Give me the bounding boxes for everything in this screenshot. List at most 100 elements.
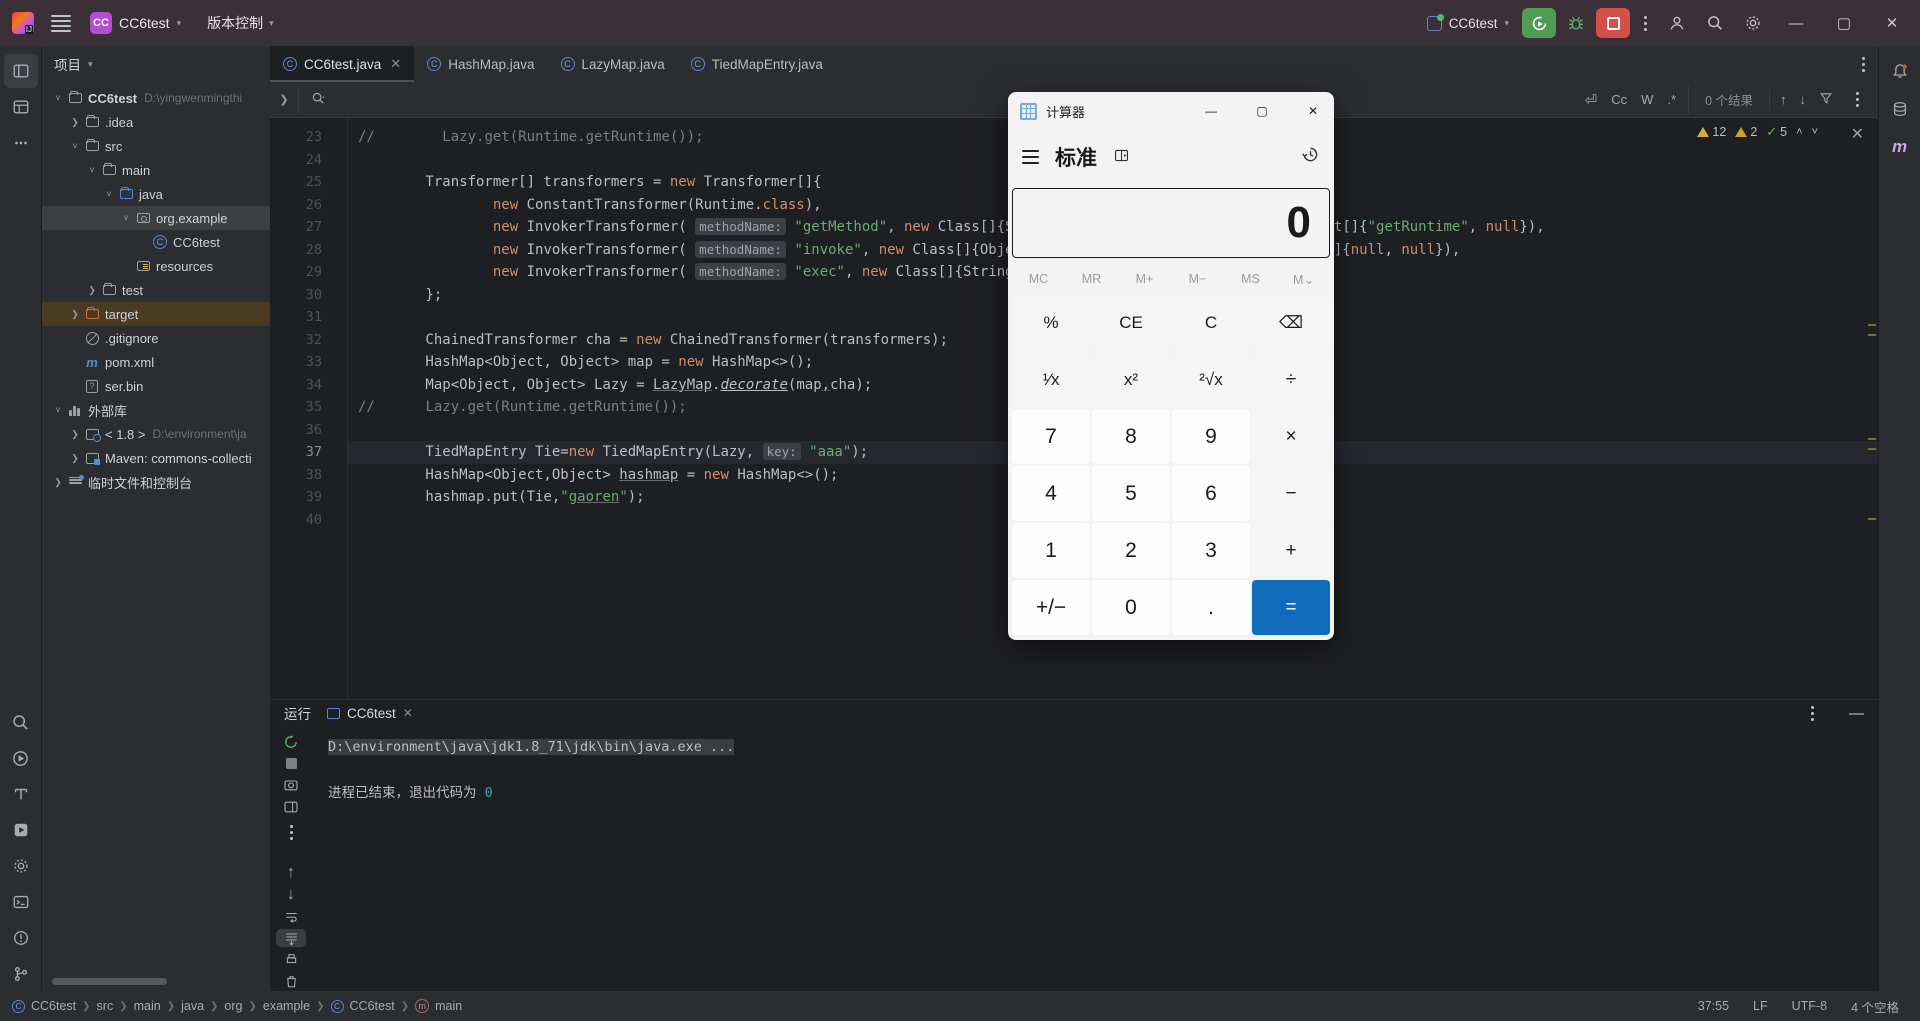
editor-tab-cc6test-java[interactable]: C CC6test.java ✕ [270, 46, 415, 82]
editor-tabs-options-icon[interactable] [1848, 46, 1878, 82]
run-tool-icon[interactable] [4, 741, 38, 775]
chevron-right-icon[interactable]: ❯ [50, 477, 66, 488]
scroll-to-end-icon[interactable] [276, 928, 306, 948]
layout-icon[interactable] [276, 797, 306, 816]
tree-row-target[interactable]: ❯ target [42, 302, 270, 326]
maven-icon[interactable]: m [1883, 130, 1917, 164]
digit-6-key[interactable]: 6 [1172, 466, 1250, 522]
build-tool-icon[interactable] [4, 849, 38, 883]
account-icon[interactable] [1660, 6, 1694, 40]
backspace-key[interactable]: ⌫ [1252, 296, 1330, 351]
editor-tab-lazymap-java[interactable]: C LazyMap.java [548, 46, 678, 82]
vcs-tool-icon[interactable] [4, 957, 38, 991]
chevron-right-icon[interactable]: ❯ [67, 309, 83, 320]
tree-row-.idea[interactable]: ❯ .idea [42, 110, 270, 134]
maximize-window-button[interactable]: ▢ [1822, 0, 1866, 46]
tree-row-ser.bin[interactable]: ? ser.bin [42, 374, 270, 398]
find-expand-icon[interactable]: ❯ [270, 93, 298, 106]
hamburger-icon[interactable] [44, 6, 78, 40]
screenshot-icon[interactable] [276, 776, 306, 795]
database-icon[interactable] [1883, 92, 1917, 126]
problems-tool-icon[interactable] [4, 921, 38, 955]
digit-9-key[interactable]: 9 [1172, 409, 1250, 465]
breadcrumb-item[interactable]: main [134, 999, 161, 1013]
tree-row-test[interactable]: ❯ test [42, 278, 270, 302]
calculator-display[interactable]: 0 [1012, 188, 1330, 258]
memory-ms-button[interactable]: MS [1224, 272, 1277, 286]
chevron-down-icon[interactable]: ˅ [101, 189, 117, 199]
calculator-close-button[interactable]: ✕ [1292, 92, 1334, 130]
keep-on-top-icon[interactable] [1113, 147, 1130, 168]
print-icon[interactable] [276, 950, 306, 969]
terminal-tool-icon[interactable] [4, 885, 38, 919]
breadcrumb-item[interactable]: example [263, 999, 310, 1013]
memory-m-button[interactable]: M− [1171, 272, 1224, 286]
clear-all-icon[interactable] [276, 972, 306, 991]
run-tab-cc6test[interactable]: CC6test ✕ [327, 706, 413, 721]
preserve-case-icon[interactable]: ⏎ [1585, 91, 1598, 109]
breadcrumb[interactable]: CC6test ❯ src ❯ main ❯ java ❯ org ❯ example ❯ C CC6te… [31, 999, 462, 1013]
debug-button[interactable] [1560, 8, 1592, 38]
notifications-icon[interactable] [1883, 54, 1917, 88]
chevron-down-icon[interactable]: ˅ [50, 405, 66, 415]
filter-icon[interactable] [1819, 91, 1833, 108]
close-window-button[interactable]: ✕ [1870, 0, 1914, 46]
digit-5-key[interactable]: 5 [1092, 466, 1170, 522]
tree-row--[interactable]: ˅ 外部库 [42, 398, 270, 422]
minimize-icon[interactable]: — [1849, 705, 1864, 722]
close-icon[interactable]: ✕ [1851, 124, 1864, 144]
digit-1-key[interactable]: 1 [1012, 523, 1090, 579]
intellij-logo-icon[interactable] [6, 6, 40, 40]
gear-icon[interactable] [1736, 6, 1770, 40]
inspection-widget[interactable]: 12 2 ✓ 5 ˄ ˅ [1697, 124, 1818, 140]
scroll-up-icon[interactable]: ↑ [276, 863, 306, 882]
calculator-window[interactable]: 计算器 — ▢ ✕ 标准 0 MC MR M+ M− MS M⌄ % CE C … [1008, 92, 1334, 640]
tree-row-cc6test[interactable]: C CC6test [42, 230, 270, 254]
tree-row-src[interactable]: ˅ src [42, 134, 270, 158]
digit-8-key[interactable]: 8 [1092, 409, 1170, 465]
digit-2-key[interactable]: 2 [1092, 523, 1170, 579]
project-tool-icon[interactable] [3, 54, 38, 88]
stop-button[interactable] [1596, 8, 1630, 38]
structure-tool-icon[interactable] [4, 777, 38, 811]
square-key[interactable]: x² [1092, 352, 1170, 408]
history-icon[interactable] [1301, 145, 1320, 169]
breadcrumb-item[interactable]: java [181, 999, 204, 1013]
fold-column[interactable] [332, 118, 348, 699]
project-selector[interactable]: CC CC6test ▾ [82, 8, 189, 38]
run-more-icon[interactable] [276, 819, 306, 845]
tree-row-maven-commons-collecti[interactable]: ❯ Maven: commons-collecti [42, 446, 270, 470]
breadcrumb-item[interactable]: org [224, 999, 242, 1013]
console-output[interactable]: D:\environment\java\jdk1.8_71\jdk\bin\ja… [312, 726, 1878, 991]
tree-row--1.8-[interactable]: ❯ < 1.8 > D:\environment\ja [42, 422, 270, 446]
editor-tab-hashmap-java[interactable]: C HashMap.java [414, 46, 547, 82]
indent-setting[interactable]: 4 个空格 [1842, 997, 1908, 1016]
chevron-right-icon[interactable]: ❯ [67, 117, 83, 128]
square-root-key[interactable]: ²√x [1172, 352, 1250, 408]
tree-row-main[interactable]: ˅ main [42, 158, 270, 182]
memory-mc-button[interactable]: MC [1012, 272, 1065, 286]
minimize-window-button[interactable]: — [1774, 0, 1818, 46]
rerun-icon[interactable] [276, 732, 306, 751]
breadcrumb-item[interactable]: CC6test [350, 999, 395, 1013]
services-tool-icon[interactable] [4, 813, 38, 847]
decimal-key[interactable]: . [1172, 580, 1250, 635]
multiply-key[interactable]: × [1252, 409, 1330, 465]
digit-0-key[interactable]: 0 [1092, 580, 1170, 635]
caret-position[interactable]: 37:55 [1689, 999, 1738, 1013]
scroll-down-icon[interactable]: ↓ [276, 885, 306, 904]
find-next-icon[interactable]: ↓ [1800, 92, 1807, 107]
percent-key[interactable]: % [1012, 296, 1090, 351]
search-tool-icon[interactable] [4, 705, 38, 739]
tree-row-resources[interactable]: resources [42, 254, 270, 278]
chevron-right-icon[interactable]: ❯ [67, 429, 83, 440]
project-tree-hscrollbar[interactable] [52, 978, 262, 985]
tree-row--[interactable]: ❯ 临时文件和控制台 [42, 470, 270, 494]
hamburger-icon[interactable] [1022, 150, 1039, 164]
regex-toggle[interactable]: .* [1667, 92, 1676, 107]
close-icon[interactable]: ✕ [390, 56, 401, 72]
calculator-minimize-button[interactable]: — [1190, 92, 1232, 130]
negate-key[interactable]: +/− [1012, 580, 1090, 635]
editor-tab-tiedmapentry-java[interactable]: C TiedMapEntry.java [678, 46, 836, 82]
tree-row-cc6test[interactable]: ˅ CC6test D:\yingwenmingthi [42, 86, 270, 110]
